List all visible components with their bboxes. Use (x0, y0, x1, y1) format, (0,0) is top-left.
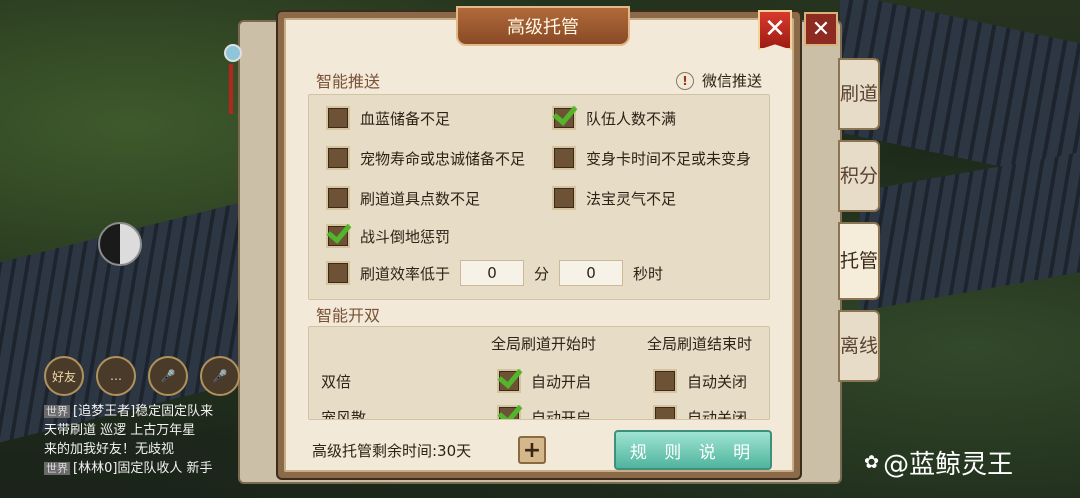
checkbox[interactable] (326, 146, 350, 170)
rules-button[interactable]: 规 则 说 明 (614, 430, 772, 470)
option-label: 刷道道具点数不足 (360, 189, 481, 208)
minutes-unit: 分 (534, 264, 550, 283)
dialog-title: 高级托管 (507, 17, 579, 38)
option-label: 法宝灵气不足 (586, 189, 677, 208)
chat-text: 天带刷道 巡逻 上古万年星 (44, 423, 196, 438)
row-label-double: 双倍 (321, 373, 352, 391)
chat-log: 世界 [追梦王者]稳定固定队来 天带刷道 巡逻 上古万年星 来的加我好友！无歧视 … (44, 402, 244, 478)
checkbox[interactable] (552, 146, 576, 170)
wechat-push-toggle[interactable]: ! 微信推送 (676, 70, 762, 91)
chat-line: 世界 [追梦王者]稳定固定队来 (44, 402, 244, 421)
option-label: 自动开启 (531, 372, 592, 391)
roof-right-bottom (860, 148, 1080, 312)
microphone-icon-2[interactable]: 🎤 (200, 356, 240, 396)
chat-text: [林林0]固定队收人 新手 (73, 461, 213, 476)
option-efficiency-low[interactable]: 刷道效率低于 0 分 0 秒时 (326, 260, 663, 286)
side-tab-label: 积分 (840, 165, 879, 187)
option-label: 自动关闭 (687, 372, 748, 391)
checkbox-checked[interactable] (552, 106, 576, 130)
option-item-points[interactable]: 刷道道具点数不足 (326, 186, 480, 210)
checkbox-checked[interactable] (326, 224, 350, 248)
option-label: 队伍人数不满 (586, 109, 677, 128)
option-pet-life[interactable]: 宠物寿命或忠诚储备不足 (326, 146, 525, 170)
dialog-title-tab: 高级托管 (456, 6, 630, 46)
friends-icon[interactable]: 好友 (44, 356, 84, 396)
side-tab-1[interactable]: 积分 (838, 140, 880, 212)
option-team-not-full[interactable]: 队伍人数不满 (552, 106, 676, 130)
option-label: 自动关闭 (687, 408, 748, 420)
chat-bubble-icon[interactable]: … (96, 356, 136, 396)
seconds-input[interactable]: 0 (559, 260, 624, 286)
double-auto-close[interactable]: 自动关闭 (653, 369, 747, 393)
row-label-pet-wind: 宠风散 (321, 409, 367, 420)
option-label: 血蓝储备不足 (360, 109, 451, 128)
paw-icon: ✿ (864, 452, 880, 473)
option-hp-mp-low[interactable]: 血蓝储备不足 (326, 106, 450, 130)
side-tab-2[interactable]: 托管 (838, 222, 880, 300)
close-icon[interactable]: ✕ (758, 10, 792, 50)
option-label: 战斗倒地惩罚 (360, 227, 451, 246)
chat-text: 来的加我好友！无歧视 (44, 442, 175, 457)
petwind-auto-start[interactable]: 自动开启 (497, 405, 592, 420)
checkbox-checked[interactable] (497, 405, 521, 419)
channel-tag: 世界 (44, 405, 70, 418)
smart-push-title: 智能推送 (316, 72, 381, 91)
advanced-hosting-dialog: 智能推送 ! 微信推送 血蓝储备不足 队伍人数不满 宠物寿命或忠诚储备不足 变身… (278, 6, 800, 478)
option-label: 宠物寿命或忠诚储备不足 (360, 149, 526, 168)
chat-text: [追梦王者]稳定固定队来 (73, 404, 214, 419)
yin-yang-emblem (98, 222, 142, 266)
watermark: ✿ @蓝鲸灵王 (864, 444, 1013, 481)
option-label: 刷道效率低于 (360, 264, 451, 283)
checkbox[interactable] (653, 405, 677, 419)
wechat-push-label: 微信推送 (702, 72, 763, 90)
chat-line: 天带刷道 巡逻 上古万年星 (44, 421, 244, 440)
option-transform-card[interactable]: 变身卡时间不足或未变身 (552, 146, 751, 170)
side-tab-label: 托管 (840, 250, 879, 272)
checkbox[interactable] (653, 369, 677, 393)
chat-line: 世界 [林林0]固定队收人 新手 (44, 459, 244, 478)
col-end-header: 全局刷道结束时 (647, 335, 753, 353)
option-label: 变身卡时间不足或未变身 (586, 149, 752, 168)
checkbox[interactable] (326, 261, 350, 285)
chat-line: 来的加我好友！无歧视 (44, 440, 244, 459)
remaining-time: 高级托管剩余时间:30天 (312, 442, 472, 460)
chat-bubble-label: … (110, 369, 122, 383)
chat-shortcuts: 好友 … 🎤 🎤 (44, 356, 240, 396)
exclamation-icon: ! (676, 71, 694, 90)
plus-icon[interactable]: + (518, 436, 546, 464)
checkbox[interactable] (326, 186, 350, 210)
col-start-header: 全局刷道开始时 (491, 335, 597, 353)
checkbox[interactable] (552, 186, 576, 210)
smart-double-box: 全局刷道开始时 全局刷道结束时 双倍 自动开启 自动关闭 宠风散 自动开启 自动… (308, 326, 770, 420)
side-tabs: 刷道 积分 托管 离线 (838, 58, 880, 392)
option-treasure-aura[interactable]: 法宝灵气不足 (552, 186, 676, 210)
friends-label: 好友 (51, 369, 76, 384)
side-tab-3[interactable]: 离线 (838, 310, 880, 382)
seconds-unit: 秒时 (633, 264, 664, 283)
microphone-icon[interactable]: 🎤 (148, 356, 188, 396)
option-label: 自动开启 (531, 408, 592, 420)
watermark-text: @蓝鲸灵王 (883, 450, 1014, 480)
minutes-input[interactable]: 0 (460, 260, 525, 286)
side-tab-0[interactable]: 刷道 (838, 58, 880, 130)
smart-double-title: 智能开双 (316, 306, 381, 325)
background-close-icon[interactable]: ✕ (804, 12, 838, 46)
petwind-auto-close[interactable]: 自动关闭 (653, 405, 748, 420)
double-auto-start[interactable]: 自动开启 (497, 369, 591, 393)
side-tab-label: 刷道 (840, 83, 879, 105)
hanging-ornament-icon (224, 44, 242, 124)
checkbox[interactable] (326, 106, 350, 130)
channel-tag: 世界 (44, 462, 70, 475)
option-battle-fall-penalty[interactable]: 战斗倒地惩罚 (326, 224, 450, 248)
checkbox-checked[interactable] (497, 369, 521, 393)
dialog-body: 智能推送 ! 微信推送 血蓝储备不足 队伍人数不满 宠物寿命或忠诚储备不足 变身… (284, 18, 794, 472)
side-tab-label: 离线 (840, 335, 879, 357)
